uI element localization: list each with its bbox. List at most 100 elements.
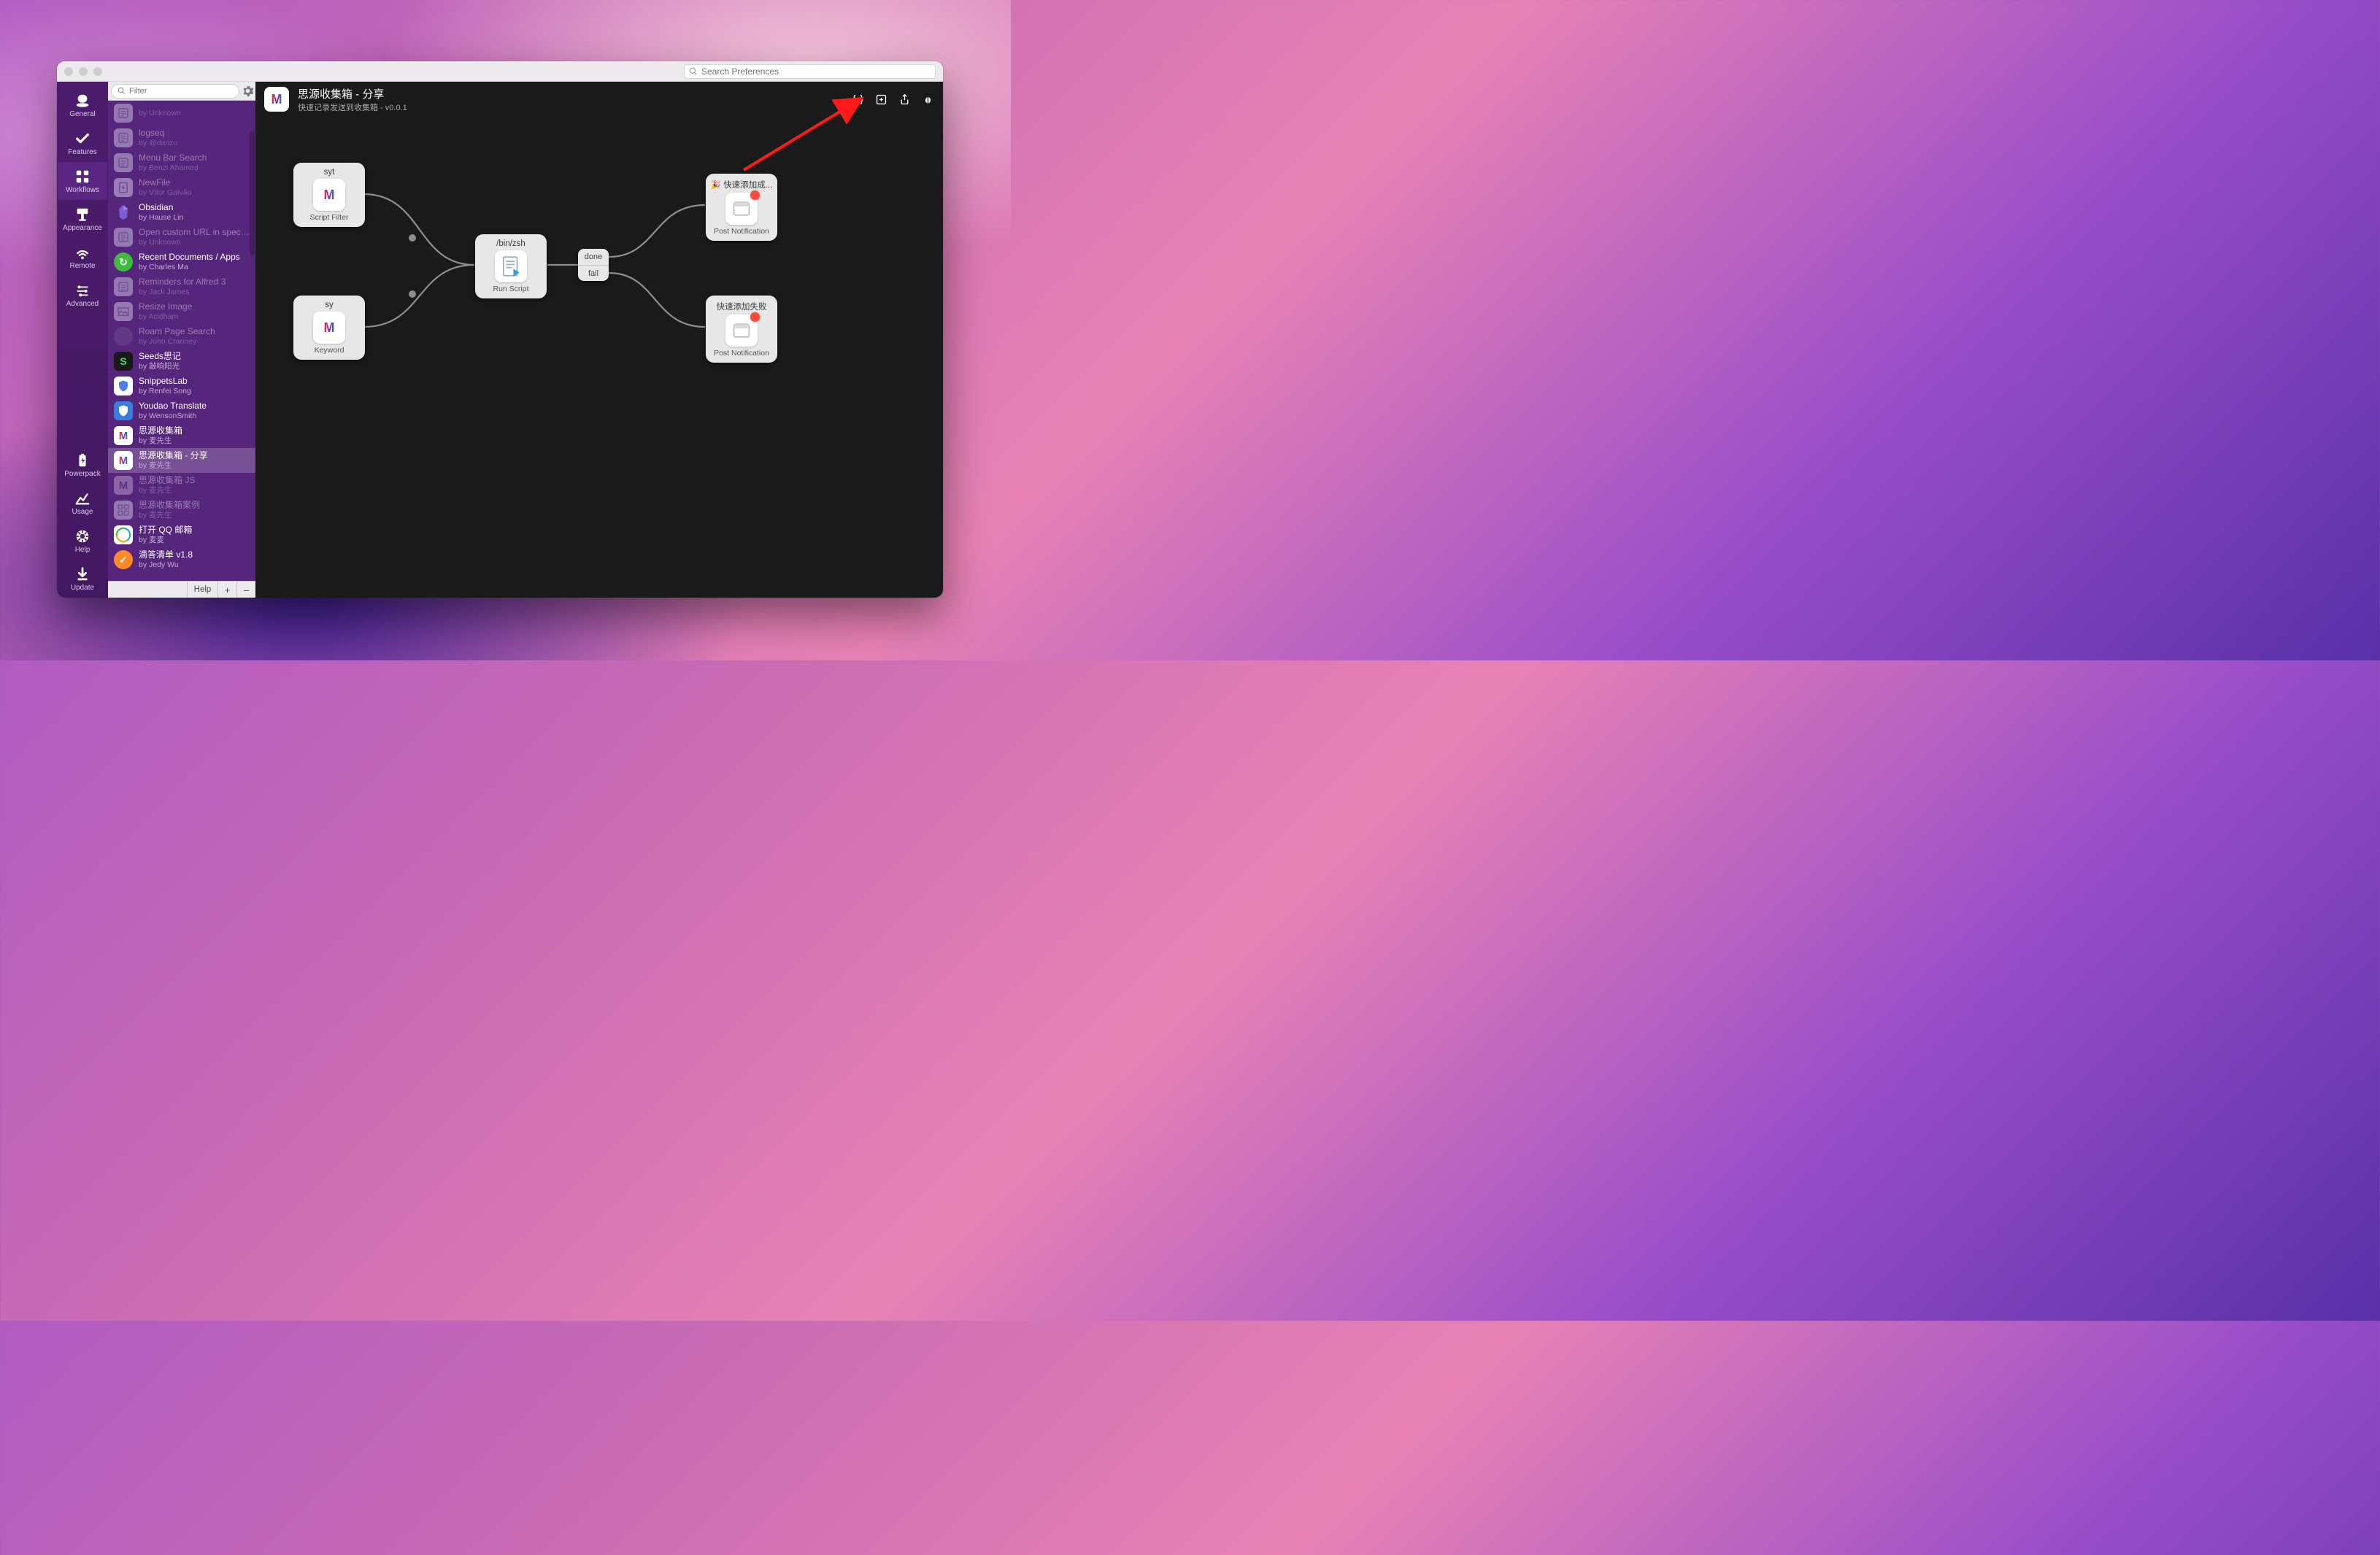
tab-help[interactable]: Help (58, 522, 107, 560)
node-label: /bin/zsh (480, 239, 542, 248)
workflow-title: Seeds思记 (139, 352, 181, 362)
m-logo-icon: M (324, 320, 335, 336)
advanced-icon (74, 282, 91, 298)
node-type: Run Script (480, 285, 542, 293)
traffic-lights (64, 67, 102, 76)
tab-appearance[interactable]: Appearance (58, 200, 107, 238)
workflow-title: NewFile (139, 178, 191, 188)
workflow-item[interactable]: Open custom URL in specifi...by Unknown (108, 225, 255, 250)
remove-workflow-button[interactable]: – (236, 582, 255, 598)
workflow-title: Recent Documents / Apps (139, 252, 240, 263)
workflow-item[interactable]: Obsidianby Hause Lin (108, 200, 255, 225)
workflow-author: by Hause Lin (139, 213, 183, 222)
node-script-filter[interactable]: syt M Script Filter (293, 163, 365, 227)
workflow-title: 打开 QQ 邮箱 (139, 525, 192, 536)
tab-workflows[interactable]: Workflows (58, 162, 107, 200)
add-workflow-button[interactable]: + (217, 582, 236, 598)
workflow-item[interactable]: ✓滴答清单 v1.8by Jedy Wu (108, 547, 255, 572)
workflow-author: by Unknown (139, 109, 181, 117)
notification-icon (730, 319, 753, 342)
export-button[interactable] (898, 93, 911, 106)
tab-label: General (69, 110, 96, 118)
tab-label: Advanced (66, 300, 99, 308)
workflow-editor[interactable]: M 思源收集箱 - 分享 快速记录发送到收集箱 - v0.0.1 (255, 82, 943, 598)
workflow-icon[interactable]: M (264, 87, 289, 112)
tab-usage[interactable]: Usage (58, 484, 107, 522)
node-post-notification-success[interactable]: 🎉 快速添加成... Post Notification (706, 174, 777, 241)
workflow-item[interactable]: Roam Page Searchby John Cranney (108, 324, 255, 349)
help-button[interactable]: Help (187, 582, 217, 598)
workflow-item[interactable]: M思源收集箱 - 分享by 麦先生 (108, 448, 255, 473)
notification-badge (750, 312, 760, 322)
tab-general[interactable]: General (58, 86, 107, 124)
workflow-item[interactable]: M思源收集箱 JSby 麦先生 (108, 473, 255, 498)
workflow-author: by 麦先生 (139, 436, 182, 445)
powerpack-icon (74, 452, 91, 468)
workflow-list[interactable]: by Unknown logseqby @danzu Menu Bar Search… (108, 101, 255, 581)
workflow-item[interactable]: SnippetsLabby Renfei Song (108, 374, 255, 398)
add-object-button[interactable] (874, 93, 887, 106)
workflow-item-text: Resize Imageby Acidham (139, 302, 192, 321)
tab-label: Remote (69, 262, 95, 270)
tab-update[interactable]: Update (58, 560, 107, 598)
minimize-window[interactable] (79, 67, 88, 76)
workflow-item[interactable]: NewFileby Vítor Galvão (108, 175, 255, 200)
workflow-title: Resize Image (139, 302, 192, 312)
workflow-options-button[interactable] (242, 85, 253, 98)
search-preferences[interactable] (684, 64, 936, 79)
workflow-item[interactable]: 打开 QQ 邮箱by 麦麦 (108, 522, 255, 547)
share-icon (898, 93, 911, 106)
workflow-item[interactable]: M思源收集箱by 麦先生 (108, 423, 255, 448)
workflow-item[interactable]: by Unknown (108, 101, 255, 126)
variables-button[interactable] (851, 93, 864, 106)
zoom-window[interactable] (93, 67, 102, 76)
workflow-item[interactable]: Reminders for Alfred 3by Jack James (108, 274, 255, 299)
workflow-item-text: Recent Documents / Appsby Charles Ma (139, 252, 240, 271)
search-preferences-input[interactable] (701, 66, 931, 77)
workflow-title: 思源收集箱 - 分享 (139, 451, 208, 461)
tab-label: Help (75, 546, 90, 554)
workflow-item[interactable]: Youdao Translateby WensonSmith (108, 398, 255, 423)
workflow-item[interactable]: logseqby @danzu (108, 126, 255, 150)
filter-input-wrap[interactable] (111, 84, 239, 99)
variables-icon (852, 93, 864, 106)
tab-features[interactable]: Features (58, 124, 107, 162)
list-footer: Help + – (108, 581, 255, 598)
notification-badge (750, 190, 760, 200)
workflow-author: by Unknown (139, 238, 250, 247)
bug-icon (922, 93, 934, 106)
workflow-title: 思源收集箱案例 (139, 501, 200, 511)
tab-remote[interactable]: Remote (58, 238, 107, 276)
node-keyword[interactable]: sy M Keyword (293, 296, 365, 360)
workflow-item[interactable]: ↻Recent Documents / Appsby Charles Ma (108, 250, 255, 274)
branch-fail[interactable]: fail (578, 265, 609, 281)
node-label: syt (298, 168, 361, 177)
workflow-item[interactable]: SSeeds思记by 敲响阳光 (108, 349, 255, 374)
workflow-author: by Benzi Ahamed (139, 163, 207, 172)
node-run-script[interactable]: /bin/zsh Run Script (475, 234, 547, 298)
debug-button[interactable] (921, 93, 934, 106)
workflow-author: by Jack James (139, 288, 226, 296)
workflow-canvas[interactable]: syt M Script Filter sy M Keyword /bin/zs… (255, 117, 943, 598)
workflow-item-text: 打开 QQ 邮箱by 麦麦 (139, 525, 192, 544)
branch-done[interactable]: done (578, 249, 609, 265)
workflow-title: Youdao Translate (139, 401, 207, 412)
workflow-item[interactable]: 思源收集箱案例by 麦先生 (108, 498, 255, 522)
workflow-title: Reminders for Alfred 3 (139, 277, 226, 288)
editor-header: M 思源收集箱 - 分享 快速记录发送到收集箱 - v0.0.1 (255, 82, 943, 117)
search-icon (118, 87, 126, 95)
workflow-item[interactable]: Menu Bar Searchby Benzi Ahamed (108, 150, 255, 175)
tab-advanced[interactable]: Advanced (58, 276, 107, 314)
editor-title-block: 思源收集箱 - 分享 快速记录发送到收集箱 - v0.0.1 (298, 86, 407, 113)
branch-connector[interactable]: done fail (578, 249, 609, 281)
node-label: sy (298, 301, 361, 309)
close-window[interactable] (64, 67, 73, 76)
tab-powerpack[interactable]: Powerpack (58, 446, 107, 484)
workflow-item[interactable]: Resize Imageby Acidham (108, 299, 255, 324)
workflow-filter-input[interactable] (129, 87, 233, 96)
node-type: Post Notification (710, 227, 773, 236)
workflow-item-text: Menu Bar Searchby Benzi Ahamed (139, 153, 207, 172)
workflow-author: by Vítor Galvão (139, 188, 191, 197)
workflow-item-text: Open custom URL in specifi...by Unknown (139, 228, 250, 247)
node-post-notification-fail[interactable]: 快速添加失败 Post Notification (706, 296, 777, 363)
